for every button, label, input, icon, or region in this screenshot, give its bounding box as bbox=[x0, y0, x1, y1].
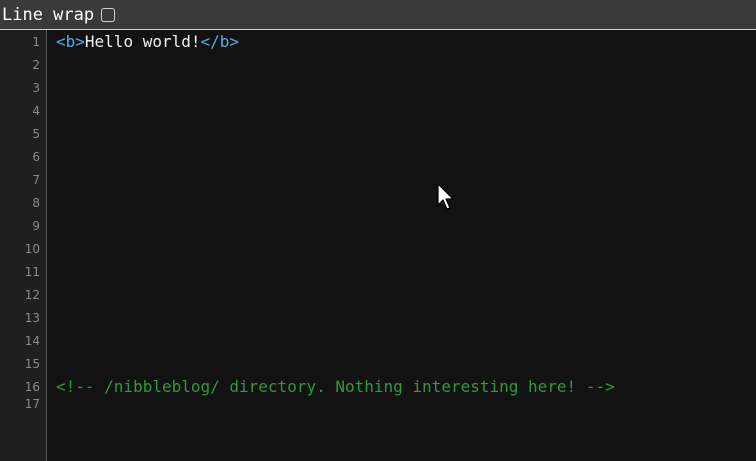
line-number: 4 bbox=[32, 104, 40, 118]
code-line-16: <!-- /nibbleblog/ directory. Nothing int… bbox=[56, 375, 615, 398]
line-wrap-label: Line wrap bbox=[2, 4, 95, 25]
line-number: 17 bbox=[24, 397, 40, 411]
line-number: 9 bbox=[32, 219, 40, 233]
html-comment: <!-- /nibbleblog/ directory. Nothing int… bbox=[56, 377, 615, 396]
line-number: 1 bbox=[32, 35, 40, 49]
line-number: 11 bbox=[24, 265, 40, 279]
code-line-1: <b>Hello world!</b> bbox=[56, 30, 239, 53]
html-open-tag: <b> bbox=[56, 32, 85, 51]
line-number: 8 bbox=[32, 196, 40, 210]
line-number: 13 bbox=[24, 311, 40, 325]
line-number: 5 bbox=[32, 127, 40, 141]
line-wrap-checkbox[interactable] bbox=[101, 7, 116, 22]
html-text: Hello world! bbox=[84, 32, 201, 51]
code-editor[interactable]: <b>Hello world!</b> <!-- /nibbleblog/ di… bbox=[48, 30, 756, 461]
line-number: 7 bbox=[32, 173, 40, 187]
editor-toolbar: Line wrap bbox=[0, 0, 756, 30]
line-number-gutter: 1 2 3 4 5 6 7 8 9 10 11 12 13 14 15 16 1… bbox=[0, 30, 47, 461]
line-number: 10 bbox=[24, 242, 40, 256]
mouse-pointer-icon bbox=[437, 183, 454, 210]
line-number: 12 bbox=[24, 288, 40, 302]
html-close-tag: </b> bbox=[200, 32, 240, 51]
line-number: 15 bbox=[24, 357, 40, 371]
line-number: 14 bbox=[24, 334, 40, 348]
line-number: 3 bbox=[32, 81, 40, 95]
line-number: 6 bbox=[32, 150, 40, 164]
line-number: 2 bbox=[32, 58, 40, 72]
